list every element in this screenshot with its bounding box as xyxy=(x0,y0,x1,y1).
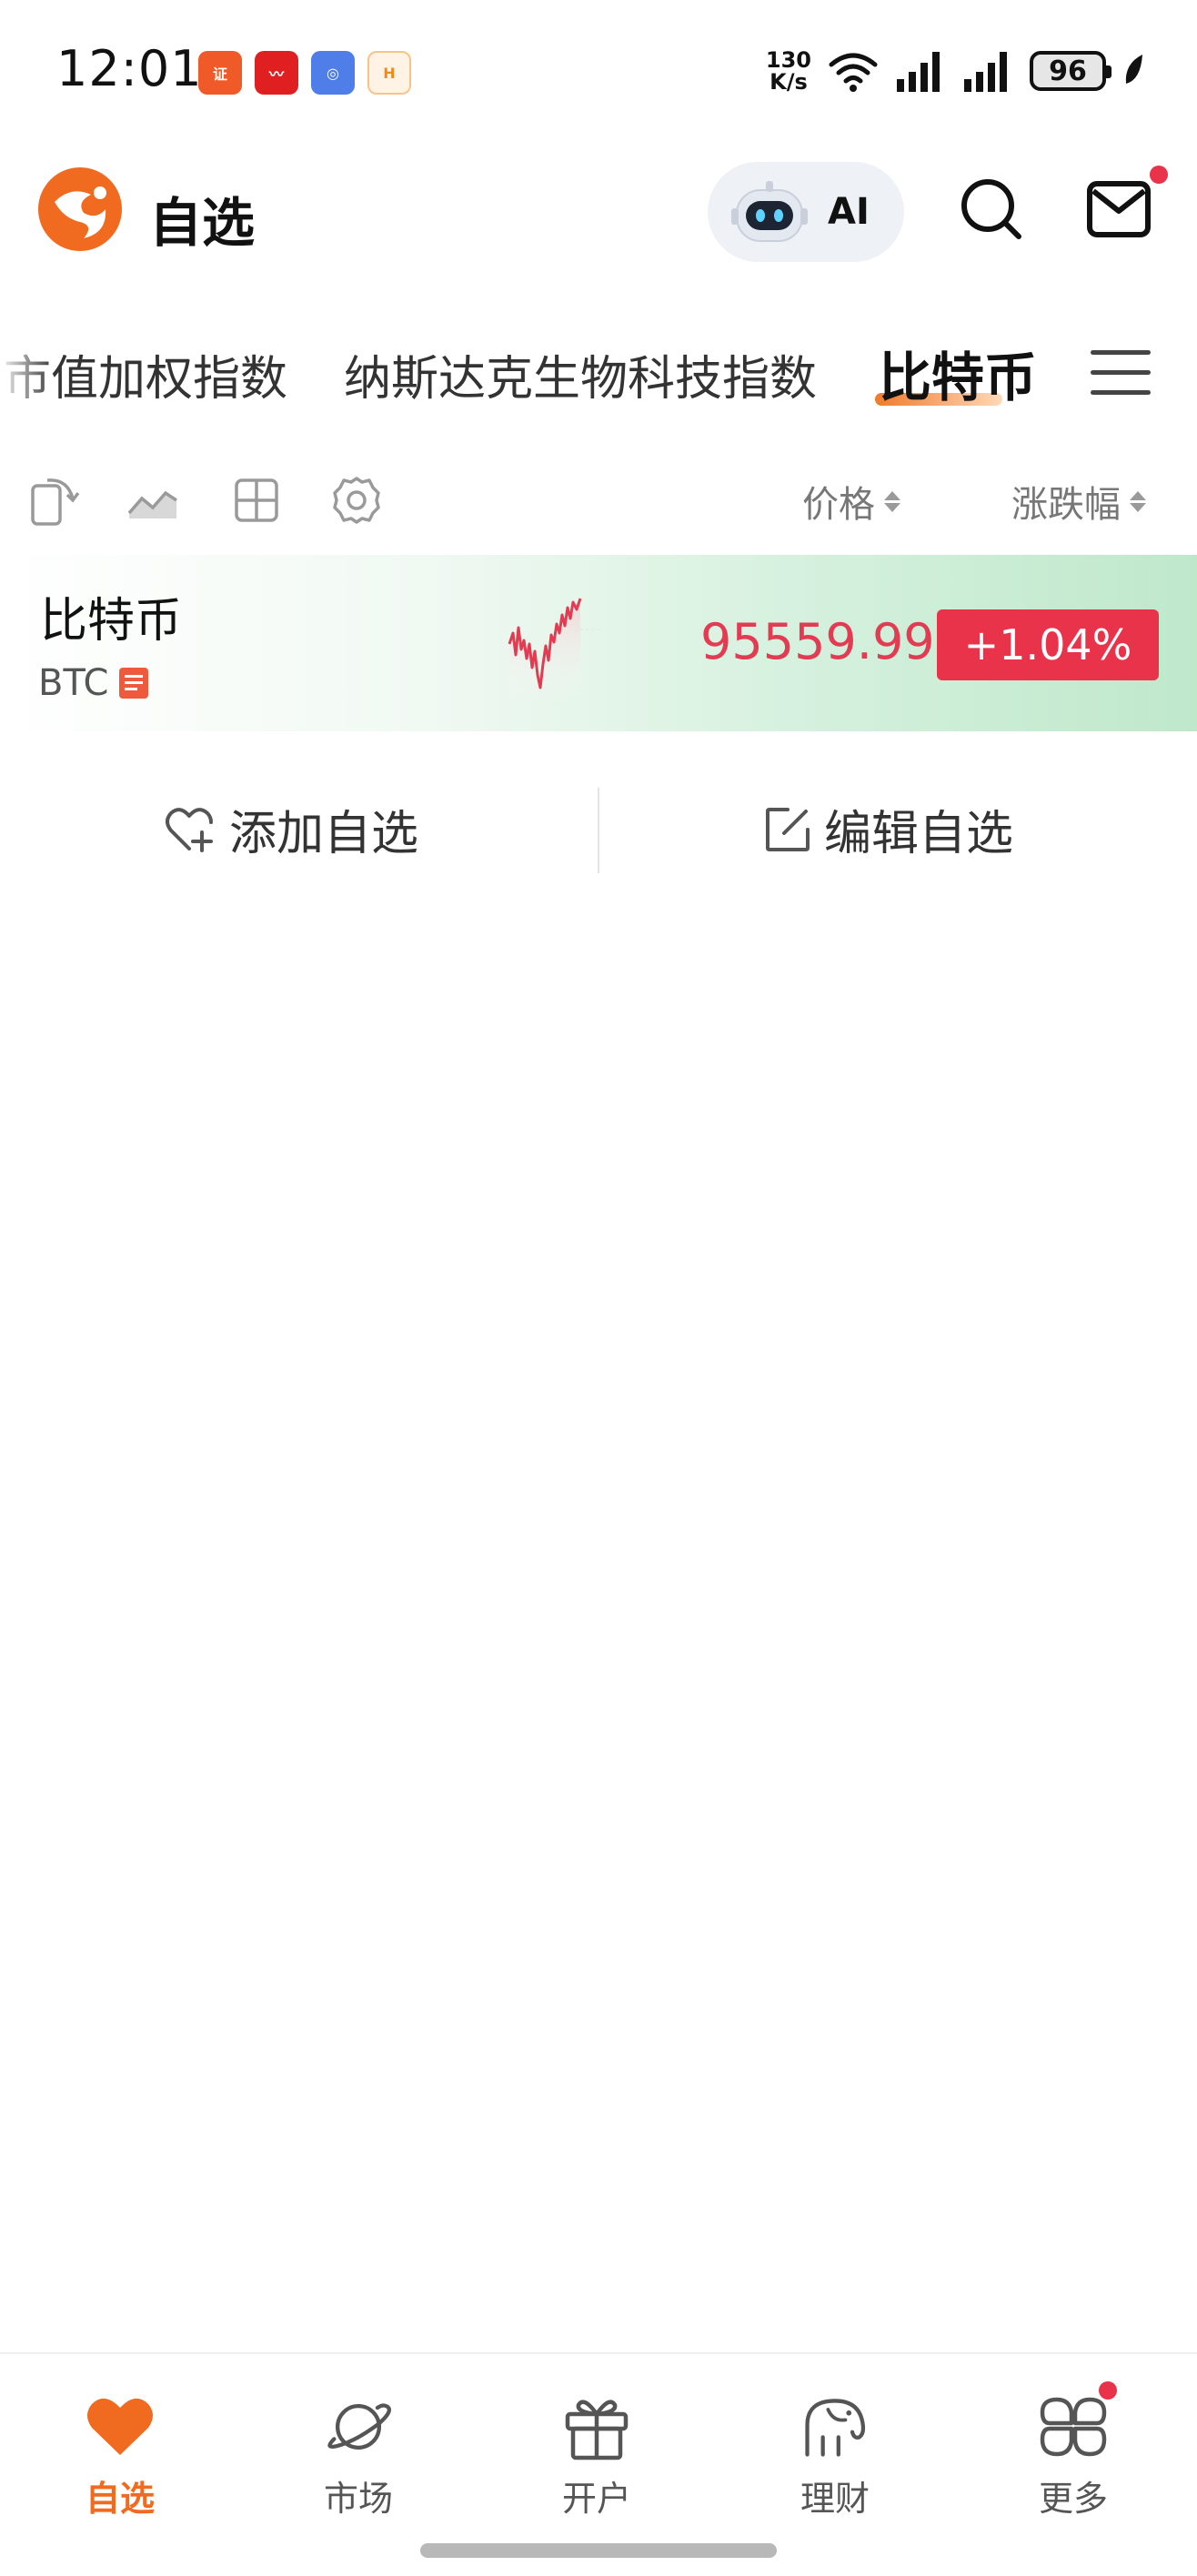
hamburger-menu-icon xyxy=(1091,350,1151,395)
app-header: 自选 AI xyxy=(0,155,1197,273)
change-column-label: 涨跌幅 xyxy=(1011,484,1121,526)
add-to-watchlist-label: 添加自选 xyxy=(229,807,419,861)
tabs-left-fade xyxy=(0,327,55,418)
rotate-screen-icon[interactable] xyxy=(27,473,82,528)
messages-button[interactable] xyxy=(1082,173,1155,246)
net-speed: 130 K/s xyxy=(766,49,811,93)
nav-item-more[interactable]: 更多 xyxy=(991,2381,1155,2521)
h-app-notification-icon: H xyxy=(367,51,411,95)
ai-assistant-button[interactable]: AI xyxy=(708,162,904,262)
browser-app-notification-icon: ◎ xyxy=(311,51,355,95)
battery-level: 96 xyxy=(1049,55,1087,87)
edit-icon xyxy=(766,807,810,851)
security-name: 比特币 xyxy=(40,594,183,649)
security-code-group: BTC xyxy=(38,662,149,704)
planet-icon xyxy=(322,2390,395,2463)
ai-label: AI xyxy=(828,191,870,233)
sort-arrows-icon xyxy=(1130,490,1146,512)
signal-icon-2 xyxy=(964,52,1007,92)
tab-bitcoin[interactable]: 比特币 xyxy=(879,335,1037,411)
security-code: BTC xyxy=(38,662,109,704)
home-indicator[interactable] xyxy=(420,2543,777,2558)
chart-area-icon[interactable] xyxy=(126,473,180,528)
battery-indicator: 96 xyxy=(1030,51,1112,91)
search-button[interactable] xyxy=(955,173,1028,246)
actions-divider xyxy=(598,788,599,873)
more-badge-dot xyxy=(1099,2381,1117,2400)
wifi-icon xyxy=(829,53,878,92)
sort-by-change[interactable]: 涨跌幅 xyxy=(1011,475,1146,528)
edit-watchlist-button[interactable]: 编辑自选 xyxy=(764,795,1013,863)
sort-arrows-icon xyxy=(884,490,900,512)
page-title: 自选 xyxy=(149,192,256,254)
status-time: 12:01 xyxy=(56,40,203,97)
nav-item-market[interactable]: 市场 xyxy=(277,2390,440,2521)
price-column-label: 价格 xyxy=(802,484,875,526)
elephant-icon xyxy=(799,2390,871,2463)
nav-label-open-account: 开户 xyxy=(561,2479,631,2519)
intraday-sparkline xyxy=(508,598,602,706)
status-indicators: 130 K/s 96 xyxy=(766,44,1146,98)
security-price: 95559.99 xyxy=(700,613,935,670)
robot-icon xyxy=(731,181,808,242)
heart-icon xyxy=(84,2390,156,2463)
heart-plus-icon xyxy=(166,807,213,852)
status-bar: 12:01 证 〰 ◎ H 130 K/s 96 xyxy=(0,0,1197,136)
net-speed-value: 130 xyxy=(765,47,811,73)
watchlist-row[interactable]: 比特币 BTC 95559.99 +1.04% xyxy=(0,555,1197,731)
edit-watchlist-label: 编辑自选 xyxy=(824,807,1014,861)
app-logo-icon xyxy=(38,167,122,251)
add-to-watchlist-button[interactable]: 添加自选 xyxy=(164,795,418,863)
messages-badge-dot xyxy=(1150,166,1168,184)
settings-gear-icon[interactable] xyxy=(329,473,384,528)
tab-nasdaq-biotech-index[interactable]: 纳斯达克生物科技指数 xyxy=(344,340,817,408)
nav-label-more: 更多 xyxy=(1038,2479,1108,2519)
nav-label-wealth: 理财 xyxy=(800,2479,870,2519)
nav-item-watchlist[interactable]: 自选 xyxy=(38,2390,202,2521)
grid-icon xyxy=(1037,2381,1117,2463)
change-percent-badge[interactable]: +1.04% xyxy=(937,609,1159,680)
search-icon xyxy=(961,179,1021,239)
signal-icon-1 xyxy=(897,52,940,92)
net-speed-unit: K/s xyxy=(770,69,808,95)
leaf-icon xyxy=(1125,55,1142,84)
gift-icon xyxy=(560,2390,633,2463)
nav-label-market: 市场 xyxy=(323,2479,393,2519)
nav-item-wealth[interactable]: 理财 xyxy=(753,2390,917,2521)
mail-icon xyxy=(1087,181,1151,237)
nav-item-open-account[interactable]: 开户 xyxy=(515,2390,679,2521)
watchlist-tabs: 市值加权指数 纳斯达克生物科技指数 比特币 xyxy=(0,327,1197,418)
tabs-menu-button[interactable] xyxy=(1084,337,1157,409)
securities-app-notification-icon: 证 xyxy=(198,51,242,95)
grid-view-icon[interactable] xyxy=(229,473,284,528)
watchlist-actions: 添加自选 编辑自选 xyxy=(0,782,1197,873)
list-toolbar: 价格 涨跌幅 xyxy=(0,455,1197,546)
stock-app-notification-icon: 〰 xyxy=(255,51,298,95)
research-report-icon[interactable] xyxy=(119,668,149,699)
nav-label-watchlist: 自选 xyxy=(85,2479,155,2519)
sort-by-price[interactable]: 价格 xyxy=(802,475,900,528)
